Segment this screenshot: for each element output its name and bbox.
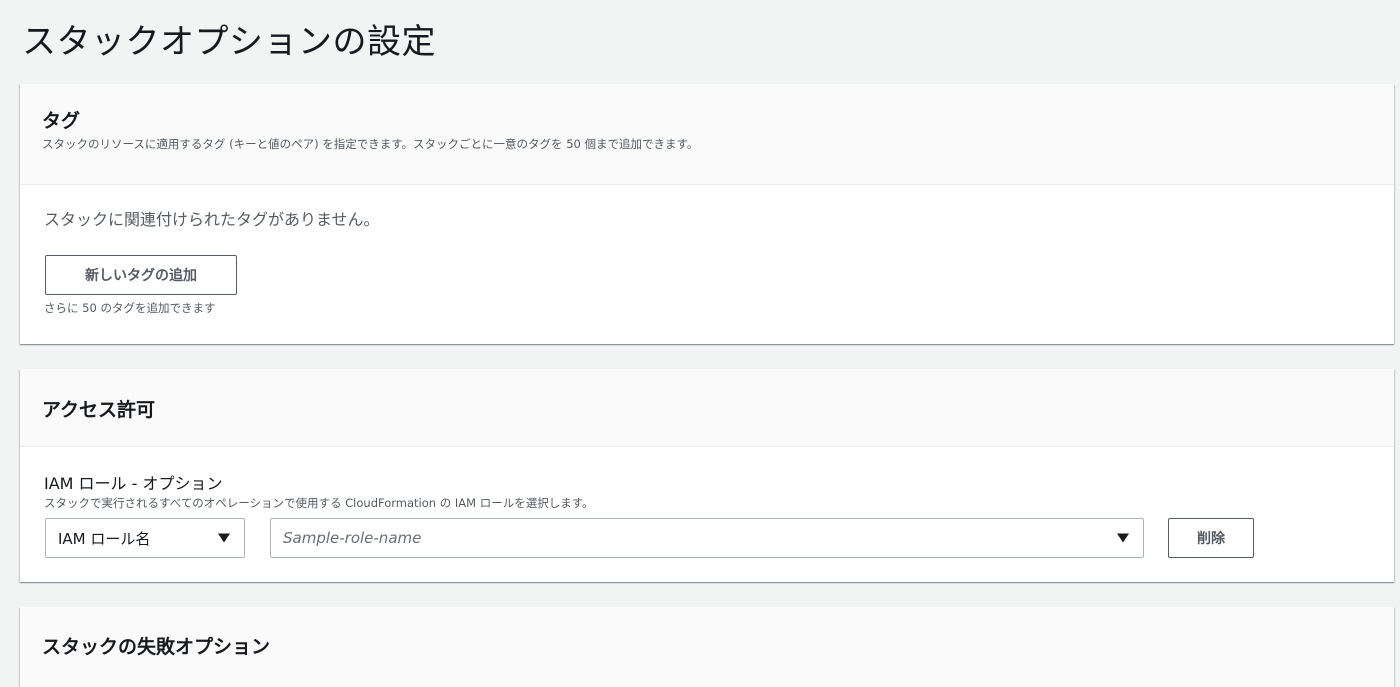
failure-options-title: スタックの失敗オプション [42,636,271,658]
failure-options-panel: スタックの失敗オプション [20,607,1394,687]
no-tags-message: スタックに関連付けられたタグがありません。 [44,210,380,229]
iam-role-name-select[interactable]: Sample-role-name [270,518,1144,558]
remaining-tags-hint: さらに 50 のタグを追加できます [44,301,216,315]
caret-down-icon [218,533,230,543]
tags-panel: タグ スタックのリソースに適用するタグ (キーと値のペア) を指定できます。スタ… [20,84,1394,344]
add-tag-button[interactable]: 新しいタグの追加 [45,255,237,295]
failure-options-panel-header: スタックの失敗オプション [20,607,1394,687]
iam-role-type-value: IAM ロール名 [58,529,151,548]
access-panel-header: アクセス許可 [20,369,1394,447]
tags-panel-header: タグ スタックのリソースに適用するタグ (キーと値のペア) を指定できます。スタ… [20,84,1394,185]
iam-role-label: IAM ロール - オプション [44,474,223,493]
access-title: アクセス許可 [42,399,156,421]
tags-title: タグ [42,110,81,132]
iam-role-type-select[interactable]: IAM ロール名 [45,518,245,558]
access-panel: アクセス許可 IAM ロール - オプション スタックで実行されるすべてのオペレ… [20,369,1394,582]
caret-down-icon [1117,533,1129,543]
remove-button[interactable]: 削除 [1168,518,1254,558]
tags-description: スタックのリソースに適用するタグ (キーと値のペア) を指定できます。スタックご… [42,137,699,151]
iam-role-description: スタックで実行されるすべてのオペレーションで使用する CloudFormatio… [44,496,594,510]
iam-role-name-placeholder: Sample-role-name [283,529,422,547]
page-title: スタックオプションの設定 [22,22,436,62]
